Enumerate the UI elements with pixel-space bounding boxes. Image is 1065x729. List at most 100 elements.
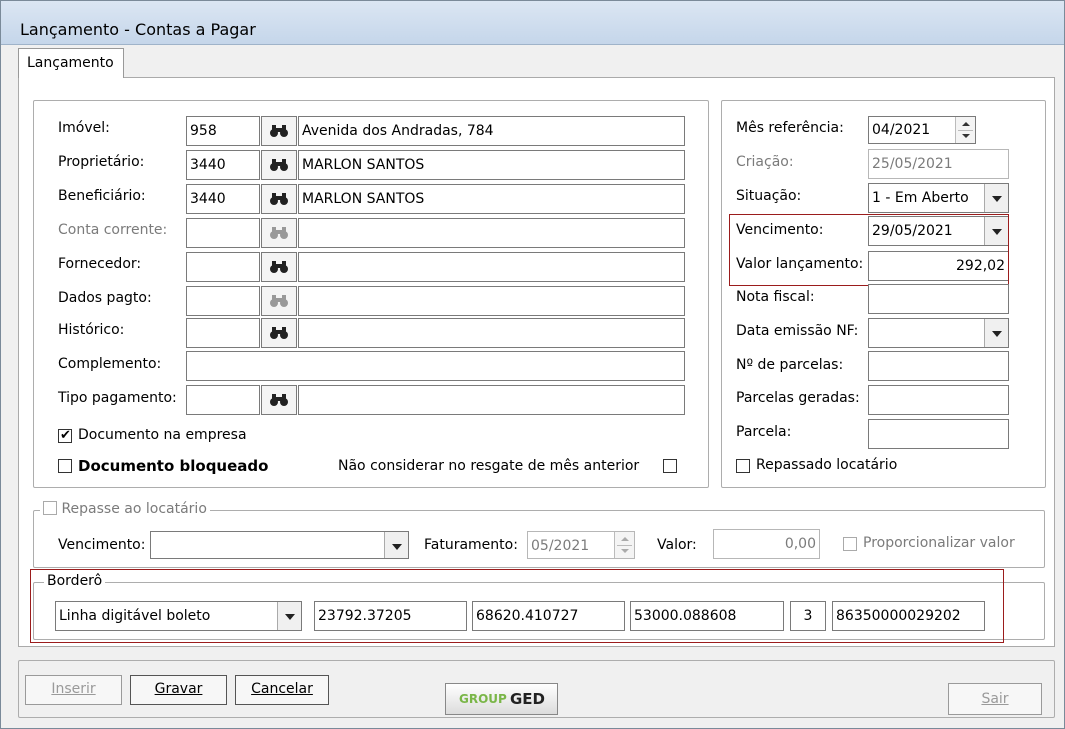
spin-divider bbox=[617, 545, 632, 546]
mes-referencia-spinner[interactable] bbox=[955, 117, 975, 143]
conta-corrente-label: Conta corrente: bbox=[58, 222, 168, 238]
mes-referencia-label: Mês referência: bbox=[736, 120, 844, 136]
imovel-code-input[interactable]: 958 bbox=[186, 116, 260, 146]
historico-search-button[interactable] bbox=[261, 318, 297, 348]
binoculars-icon bbox=[270, 295, 288, 307]
situacao-value: 1 - Em Aberto bbox=[872, 190, 969, 206]
faturamento-spinner bbox=[614, 532, 634, 558]
parcelas-geradas-input[interactable] bbox=[868, 385, 1009, 415]
proprietario-description-input[interactable]: MARLON SANTOS bbox=[298, 150, 685, 180]
situacao-label: Situação: bbox=[736, 188, 802, 204]
documento-empresa-checkbox[interactable]: ✔ bbox=[58, 428, 72, 443]
num-parcelas-input[interactable] bbox=[868, 351, 1009, 381]
dados-pagto-search-button[interactable] bbox=[261, 286, 297, 316]
binoculars-icon bbox=[270, 159, 288, 171]
chevron-down-icon[interactable] bbox=[384, 532, 408, 558]
logo-text-ged: GED bbox=[510, 690, 546, 708]
imovel-label: Imóvel: bbox=[58, 120, 110, 136]
nota-fiscal-input[interactable] bbox=[868, 284, 1009, 314]
beneficiario-code-input[interactable]: 3440 bbox=[186, 184, 260, 214]
dados-pagto-description-input[interactable] bbox=[298, 286, 685, 316]
criacao-label: Criação: bbox=[736, 154, 794, 170]
spin-down-icon bbox=[621, 549, 629, 553]
highlight-box-vencimento bbox=[729, 214, 1009, 286]
nota-fiscal-label: Nota fiscal: bbox=[736, 289, 815, 305]
binoculars-icon bbox=[270, 193, 288, 205]
situacao-select[interactable]: 1 - Em Aberto bbox=[868, 183, 1009, 213]
binoculars-icon bbox=[270, 261, 288, 273]
historico-description-input[interactable] bbox=[298, 318, 685, 348]
repasse-vencimento-select[interactable] bbox=[150, 531, 409, 559]
logo-text-group: GROUP bbox=[459, 692, 507, 706]
repasse-vencimento-label: Vencimento: bbox=[58, 537, 146, 553]
beneficiario-label: Beneficiário: bbox=[58, 188, 146, 204]
proporcionalizar-checkbox[interactable] bbox=[843, 537, 857, 551]
documento-bloqueado-checkbox[interactable] bbox=[58, 459, 72, 473]
imovel-description-input[interactable]: Avenida dos Andradas, 784 bbox=[298, 116, 685, 146]
proporcionalizar-label: Proporcionalizar valor bbox=[863, 535, 1015, 551]
nao-considerar-label: Não considerar no resgate de mês anterio… bbox=[338, 458, 640, 474]
conta-corrente-search-button[interactable] bbox=[261, 218, 297, 248]
historico-code-input[interactable] bbox=[186, 318, 260, 348]
tipo-pagamento-label: Tipo pagamento: bbox=[58, 390, 177, 406]
conta-corrente-code-input[interactable] bbox=[186, 218, 260, 248]
tipo-pagamento-code-input[interactable] bbox=[186, 385, 260, 415]
spin-divider bbox=[958, 130, 973, 131]
criacao-input: 25/05/2021 bbox=[868, 149, 1009, 179]
inserir-button[interactable]: Inserir bbox=[25, 675, 122, 705]
parcela-input[interactable] bbox=[868, 419, 1009, 449]
complemento-label: Complemento: bbox=[58, 356, 162, 372]
checkmark-icon: ✔ bbox=[60, 428, 71, 443]
faturamento-value: 05/2021 bbox=[531, 538, 590, 554]
conta-corrente-description-input[interactable] bbox=[298, 218, 685, 248]
spin-up-icon bbox=[621, 537, 629, 541]
nao-considerar-checkbox[interactable] bbox=[663, 459, 677, 473]
data-emissao-nf-label: Data emissão NF: bbox=[736, 323, 859, 339]
repasse-checkbox[interactable] bbox=[43, 501, 57, 515]
chevron-down-icon[interactable] bbox=[984, 184, 1008, 212]
faturamento-label: Faturamento: bbox=[424, 537, 518, 553]
repassado-locatario-checkbox[interactable] bbox=[736, 459, 750, 473]
cancelar-button[interactable]: Cancelar bbox=[235, 675, 329, 705]
fornecedor-description-input[interactable] bbox=[298, 252, 685, 282]
proprietario-search-button[interactable] bbox=[261, 150, 297, 180]
imovel-search-button[interactable] bbox=[261, 116, 297, 146]
binoculars-icon bbox=[270, 394, 288, 406]
tipo-pagamento-search-button[interactable] bbox=[261, 385, 297, 415]
binoculars-icon bbox=[270, 227, 288, 239]
gravar-button[interactable]: Gravar bbox=[130, 675, 227, 705]
data-emissao-nf-select[interactable] bbox=[868, 318, 1009, 348]
tab-lancamento[interactable]: Lançamento bbox=[18, 48, 124, 78]
documento-empresa-label: Documento na empresa bbox=[78, 427, 247, 443]
highlight-box-bordero bbox=[30, 569, 1004, 643]
repasse-legend: Repasse ao locatário bbox=[40, 501, 210, 517]
parcela-label: Parcela: bbox=[736, 424, 792, 440]
spin-down-icon bbox=[962, 134, 970, 138]
proprietario-code-input[interactable]: 3440 bbox=[186, 150, 260, 180]
dados-pagto-label: Dados pagto: bbox=[58, 290, 152, 306]
tab-label: Lançamento bbox=[27, 55, 114, 71]
beneficiario-description-input[interactable]: MARLON SANTOS bbox=[298, 184, 685, 214]
fornecedor-search-button[interactable] bbox=[261, 252, 297, 282]
binoculars-icon bbox=[270, 327, 288, 339]
dados-pagto-code-input[interactable] bbox=[186, 286, 260, 316]
tipo-pagamento-description-input[interactable] bbox=[298, 385, 685, 415]
historico-label: Histórico: bbox=[58, 322, 125, 338]
chevron-down-icon[interactable] bbox=[984, 319, 1008, 347]
group-ged-logo: GROUP GED bbox=[445, 683, 558, 715]
mes-referencia-input[interactable]: 04/2021 bbox=[868, 116, 976, 144]
valor-input: 0,00 bbox=[713, 529, 820, 559]
faturamento-input: 05/2021 bbox=[527, 531, 635, 559]
parcelas-geradas-label: Parcelas geradas: bbox=[736, 390, 860, 406]
fornecedor-code-input[interactable] bbox=[186, 252, 260, 282]
beneficiario-search-button[interactable] bbox=[261, 184, 297, 214]
mes-referencia-value: 04/2021 bbox=[872, 122, 931, 138]
complemento-input[interactable] bbox=[186, 351, 685, 381]
sair-button[interactable]: Sair bbox=[948, 683, 1042, 715]
documento-bloqueado-label: Documento bloqueado bbox=[78, 457, 269, 475]
proprietario-label: Proprietário: bbox=[58, 154, 145, 170]
repassado-locatario-label: Repassado locatário bbox=[756, 457, 898, 473]
window-title: Lançamento - Contas a Pagar bbox=[20, 20, 256, 39]
spin-up-icon bbox=[962, 122, 970, 126]
binoculars-icon bbox=[270, 125, 288, 137]
